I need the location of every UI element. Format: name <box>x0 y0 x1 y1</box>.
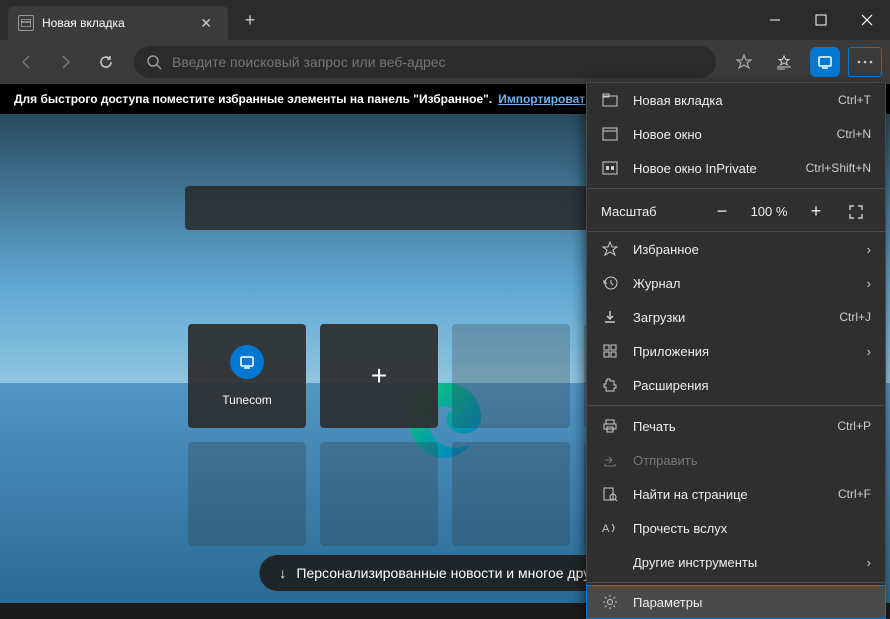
menu-extensions[interactable]: Расширения <box>587 368 885 402</box>
new-tab-icon <box>601 93 619 107</box>
zoom-value: 100 % <box>747 204 791 219</box>
maximize-button[interactable] <box>798 0 844 40</box>
arrow-down-icon: ↓ <box>279 565 286 581</box>
menu-apps[interactable]: Приложения › <box>587 334 885 368</box>
tab-close-icon[interactable]: ✕ <box>194 13 218 34</box>
minimize-button[interactable] <box>752 0 798 40</box>
tile-icon <box>230 345 264 379</box>
more-menu: Новая вкладка Ctrl+T Новое окно Ctrl+N Н… <box>586 82 886 619</box>
toolbar <box>0 40 890 84</box>
fullscreen-button[interactable] <box>841 198 871 226</box>
back-button[interactable] <box>8 44 44 80</box>
refresh-button[interactable] <box>88 44 124 80</box>
search-icon <box>146 54 162 70</box>
tab-favicon <box>18 15 34 31</box>
zoom-out-button[interactable]: − <box>707 198 737 226</box>
print-icon <box>601 418 619 434</box>
quick-tile[interactable]: Tunecom <box>188 324 306 428</box>
read-aloud-icon: A <box>601 520 619 536</box>
gear-icon <box>601 594 619 610</box>
menu-zoom: Масштаб − 100 % + <box>587 192 885 232</box>
find-icon <box>601 486 619 502</box>
plus-icon: + <box>371 360 387 392</box>
menu-new-tab[interactable]: Новая вкладка Ctrl+T <box>587 83 885 117</box>
menu-new-inprivate[interactable]: Новое окно InPrivate Ctrl+Shift+N <box>587 151 885 185</box>
empty-tile <box>452 442 570 546</box>
menu-new-window[interactable]: Новое окно Ctrl+N <box>587 117 885 151</box>
browser-tab[interactable]: Новая вкладка ✕ <box>8 6 228 40</box>
menu-find[interactable]: Найти на странице Ctrl+F <box>587 477 885 511</box>
menu-downloads[interactable]: Загрузки Ctrl+J <box>587 300 885 334</box>
chevron-right-icon: › <box>867 276 871 291</box>
empty-tile <box>188 442 306 546</box>
chevron-right-icon: › <box>867 242 871 257</box>
more-menu-button[interactable] <box>848 47 882 77</box>
chevron-right-icon: › <box>867 555 871 570</box>
add-tile-button[interactable]: + <box>320 324 438 428</box>
empty-tile <box>452 324 570 428</box>
star-icon <box>601 241 619 257</box>
new-window-icon <box>601 127 619 141</box>
menu-print[interactable]: Печать Ctrl+P <box>587 409 885 443</box>
window-controls <box>752 0 890 40</box>
title-bar: Новая вкладка ✕ + <box>0 0 890 40</box>
download-icon <box>601 309 619 325</box>
close-window-button[interactable] <box>844 0 890 40</box>
apps-icon <box>601 343 619 359</box>
address-bar[interactable] <box>134 46 716 78</box>
menu-share: Отправить <box>587 443 885 477</box>
menu-history[interactable]: Журнал › <box>587 266 885 300</box>
history-icon <box>601 275 619 291</box>
zoom-in-button[interactable]: + <box>801 198 831 226</box>
svg-text:A: A <box>602 523 610 535</box>
new-tab-button[interactable]: + <box>234 4 266 36</box>
menu-favorites[interactable]: Избранное › <box>587 232 885 266</box>
news-label: Персонализированные новости и многое дру… <box>296 565 610 581</box>
favorites-prompt-text: Для быстрого доступа поместите избранные… <box>14 92 492 106</box>
extensions-icon <box>601 377 619 393</box>
address-input[interactable] <box>172 54 704 70</box>
forward-button[interactable] <box>48 44 84 80</box>
empty-tile <box>320 442 438 546</box>
profile-button[interactable] <box>810 47 840 77</box>
favorites-list-button[interactable] <box>766 44 802 80</box>
news-button[interactable]: ↓ Персонализированные новости и многое д… <box>259 555 630 591</box>
tab-title: Новая вкладка <box>42 16 194 30</box>
share-icon <box>601 452 619 468</box>
inprivate-icon <box>601 161 619 175</box>
chevron-right-icon: › <box>867 344 871 359</box>
tile-label: Tunecom <box>222 393 272 407</box>
favorite-star-button[interactable] <box>726 44 762 80</box>
menu-more-tools[interactable]: Другие инструменты › <box>587 545 885 579</box>
menu-read-aloud[interactable]: A Прочесть вслух <box>587 511 885 545</box>
menu-settings[interactable]: Параметры <box>586 585 886 619</box>
